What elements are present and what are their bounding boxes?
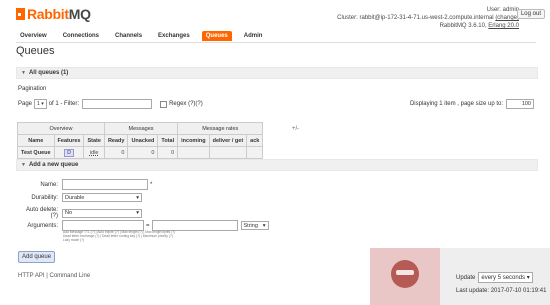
regex-help-link[interactable]: (?)(?) <box>188 101 203 107</box>
incoming-cell <box>177 146 210 159</box>
cluster-info: User: admin Cluster: rabbit@ip-172-31-4-… <box>337 7 519 29</box>
main-nav: Overview Connections Channels Exchanges … <box>16 31 274 41</box>
chevron-down-icon: ▾ <box>136 194 139 201</box>
pagination-heading: Pagination <box>18 86 47 92</box>
page-size-input[interactable]: 100 <box>506 99 534 109</box>
unacked-cell: 0 <box>127 146 159 159</box>
avatar-face-icon <box>391 260 419 288</box>
auto-delete-label: Auto delete: (?) <box>25 207 58 219</box>
triangle-down-icon: ▼ <box>21 162 26 168</box>
durable-badge: D <box>64 148 74 157</box>
change-cluster-link[interactable]: (change) <box>495 15 519 21</box>
column-toggle[interactable]: +/- <box>292 126 299 132</box>
features-cell: D <box>53 146 85 159</box>
argument-help-links[interactable]: Add Message TTL (?) | Auto expire (?) | … <box>63 230 175 242</box>
deliver-get-cell <box>208 146 248 159</box>
col-ack[interactable]: ack <box>246 134 264 147</box>
tab-connections[interactable]: Connections <box>59 31 103 41</box>
avatar <box>370 248 440 305</box>
col-state[interactable]: State <box>83 134 105 147</box>
queue-name-input[interactable] <box>62 179 148 190</box>
pagination-controls: Page 1 ▾ of 1 - Filter: Regex (?)(?) <box>18 99 203 109</box>
version-text: RabbitMQ 3.6.10, <box>439 23 487 29</box>
auto-delete-help-link[interactable]: (?) <box>51 213 58 219</box>
update-row: Update every 5 seconds ▾ <box>456 272 533 283</box>
page-title: Queues <box>16 45 55 57</box>
http-api-link[interactable]: HTTP API <box>18 273 45 279</box>
auto-delete-select[interactable]: No ▾ <box>62 208 142 218</box>
cluster-name: rabbit@ip-172-31-4-71.us-west-2.compute.… <box>359 15 494 21</box>
col-ready[interactable]: Ready <box>103 134 129 147</box>
chevron-down-icon: ▾ <box>262 222 266 229</box>
total-cell: 0 <box>157 146 179 159</box>
state-cell: idle <box>83 146 105 159</box>
queue-name-link[interactable]: Test Queue <box>17 146 55 159</box>
regex-checkbox[interactable] <box>160 100 168 108</box>
update-interval-select[interactable]: every 5 seconds ▾ <box>478 272 533 283</box>
erlang-link[interactable]: Erlang 20.0 <box>488 23 519 29</box>
table-row[interactable]: Test Queue D idle 0 0 0 <box>17 146 264 159</box>
auto-delete-row: Auto delete: (?) No ▾ <box>18 207 142 219</box>
rabbitmq-logo: RabbitMQ <box>16 6 91 22</box>
tab-channels[interactable]: Channels <box>111 31 146 41</box>
col-deliver-get[interactable]: deliver / get <box>208 134 248 147</box>
nav-divider <box>16 42 536 43</box>
add-queue-section-toggle[interactable]: ▼ Add a new queue <box>16 159 538 171</box>
add-queue-button[interactable]: Add queue <box>18 251 56 263</box>
col-unacked[interactable]: Unacked <box>127 134 159 147</box>
argument-type-select[interactable]: String ▾ <box>240 221 269 230</box>
display-info: Displaying 1 item , page size up to: 100 <box>410 99 534 109</box>
update-panel: Update every 5 seconds ▾ Last update: 20… <box>440 248 550 305</box>
command-line-link[interactable]: Command Line <box>49 273 90 279</box>
logout-button[interactable]: Log out <box>516 9 545 19</box>
durability-row: Durability: Durable ▾ <box>18 193 142 202</box>
logo-text: RabbitMQ <box>27 6 91 22</box>
chevron-down-icon: ▾ <box>41 101 44 107</box>
tab-overview[interactable]: Overview <box>16 31 51 41</box>
chevron-down-icon: ▾ <box>136 210 139 216</box>
filter-input[interactable] <box>82 99 153 109</box>
rabbit-logo-icon <box>16 8 25 20</box>
col-name[interactable]: Name <box>17 134 55 147</box>
queues-table: Overview Messages Message rates Name Fea… <box>17 122 264 159</box>
all-queues-section-toggle[interactable]: ▼ All queues (1) <box>16 67 538 79</box>
last-update: Last update: 2017-07-10 01:19:41 <box>456 288 547 294</box>
page-select[interactable]: 1 ▾ <box>34 99 47 109</box>
chevron-down-icon: ▾ <box>526 275 530 281</box>
tab-queues[interactable]: Queues <box>201 31 232 41</box>
group-messages: Messages <box>103 122 179 135</box>
footer-links: HTTP API | Command Line <box>18 273 91 279</box>
durability-select[interactable]: Durable ▾ <box>62 193 142 202</box>
name-row: Name: * <box>18 179 152 190</box>
col-total[interactable]: Total <box>157 134 179 147</box>
group-message-rates: Message rates <box>177 122 264 135</box>
sunglasses-icon <box>396 270 414 275</box>
ack-cell <box>246 146 264 159</box>
col-features: Features <box>53 134 85 147</box>
triangle-down-icon: ▼ <box>21 70 26 76</box>
tab-admin[interactable]: Admin <box>240 31 267 41</box>
col-incoming[interactable]: incoming <box>177 134 210 147</box>
ready-cell: 0 <box>103 146 129 159</box>
tab-exchanges[interactable]: Exchanges <box>154 31 194 41</box>
group-overview: Overview <box>17 122 105 135</box>
